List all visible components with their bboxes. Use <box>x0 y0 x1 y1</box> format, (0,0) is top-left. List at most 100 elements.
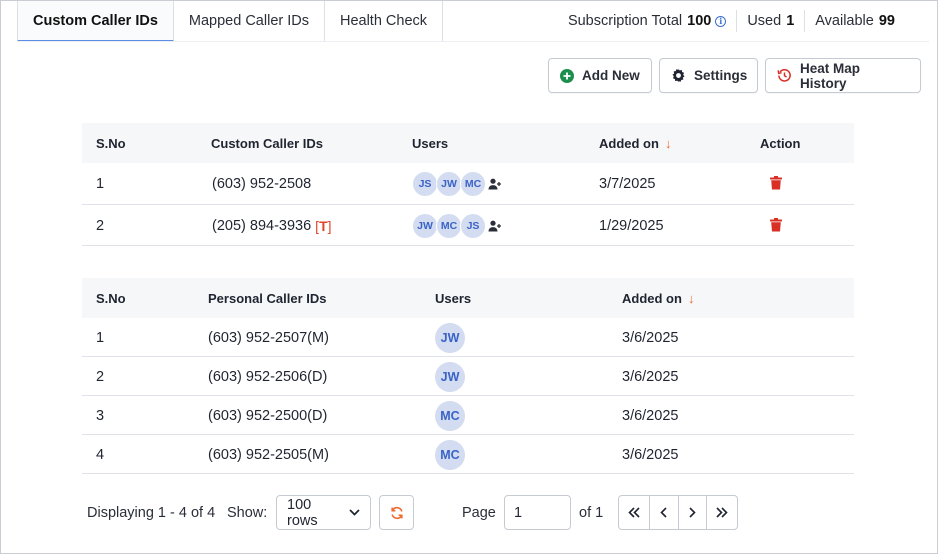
caller-id-panel: Custom Caller IDs Mapped Caller IDs Heal… <box>0 0 938 554</box>
chevron-left-icon <box>659 507 667 518</box>
double-chevron-right-icon <box>716 507 728 518</box>
sort-desc-icon: ↓ <box>664 136 672 151</box>
avatar[interactable]: MC <box>460 171 486 197</box>
page-of-label: of 1 <box>579 504 604 521</box>
available-value: 99 <box>878 13 895 29</box>
tab-custom-caller-ids[interactable]: Custom Caller IDs <box>17 1 174 42</box>
pagination-bar: Displaying 1 - 4 of 4 Show: 100 rows Pag… <box>87 495 747 533</box>
subscription-total: Subscription Total 100 i <box>568 10 736 32</box>
header-action: Action <box>760 136 801 151</box>
row-caller-id: (205) 894-3936 <box>212 218 312 234</box>
sort-desc-icon: ↓ <box>687 291 695 306</box>
header-sno: S.No <box>96 291 126 306</box>
avatar[interactable]: JS <box>412 171 438 197</box>
next-page-button[interactable] <box>677 496 707 529</box>
add-user-icon[interactable] <box>488 178 502 190</box>
row-added-on: 3/6/2025 <box>622 408 679 424</box>
settings-label: Settings <box>694 68 748 83</box>
refresh-icon <box>390 506 404 520</box>
row-caller-id: (603) 952-2506(D) <box>208 369 328 385</box>
custom-caller-ids-table: S.No Custom Caller IDs Users Added on ↓ … <box>82 123 854 246</box>
add-new-label: Add New <box>582 68 640 83</box>
chevron-right-icon <box>689 507 697 518</box>
avatar[interactable]: JW <box>436 171 462 197</box>
subscription-total-value: 100 <box>687 13 712 29</box>
header-added-on[interactable]: Added on ↓ <box>622 291 694 306</box>
previous-page-button[interactable] <box>648 496 678 529</box>
history-icon <box>777 68 792 83</box>
gear-icon <box>671 68 686 83</box>
page-number-input[interactable]: 1 <box>504 495 571 530</box>
personal-caller-ids-table: S.No Personal Caller IDs Users Added on … <box>82 278 854 474</box>
type-tag: [T] <box>315 218 332 234</box>
plus-circle-icon <box>560 68 574 83</box>
show-label: Show: <box>227 504 268 521</box>
row-caller-id-cell: (205) 894-3936 [T] <box>212 218 332 234</box>
page-number-value: 1 <box>514 504 523 521</box>
avatar[interactable]: MC <box>435 401 465 431</box>
row-users: JS JW MC <box>412 171 502 197</box>
avatar[interactable]: JW <box>435 362 465 392</box>
row-added-on: 3/6/2025 <box>622 447 679 463</box>
tab-divider <box>17 41 929 42</box>
add-user-icon[interactable] <box>488 220 502 232</box>
rows-per-page-select[interactable]: 100 rows <box>276 495 371 530</box>
row-caller-id: (603) 952-2508 <box>212 176 312 192</box>
header-added-on[interactable]: Added on ↓ <box>599 136 671 151</box>
pager-controls <box>618 495 738 530</box>
row-caller-id: (603) 952-2505(M) <box>208 447 329 463</box>
subscription-used: Used 1 <box>736 10 804 32</box>
available-label: Available <box>815 13 874 29</box>
row-added-on: 3/7/2025 <box>599 176 656 192</box>
row-added-on: 3/6/2025 <box>622 330 679 346</box>
settings-button[interactable]: Settings <box>659 58 758 93</box>
refresh-button[interactable] <box>379 495 414 530</box>
table-row: 1 (603) 952-2507(M) JW 3/6/2025 <box>82 318 854 357</box>
added-on-label: Added on <box>622 291 682 306</box>
avatar[interactable]: JW <box>435 323 465 353</box>
add-new-button[interactable]: Add New <box>548 58 652 93</box>
table-row: 3 (603) 952-2500(D) MC 3/6/2025 <box>82 396 854 435</box>
tab-bar: Custom Caller IDs Mapped Caller IDs Heal… <box>17 1 444 42</box>
row-added-on: 3/6/2025 <box>622 369 679 385</box>
added-on-label: Added on <box>599 136 659 151</box>
row-sno: 2 <box>96 218 105 234</box>
rows-per-page-value: 100 rows <box>287 496 318 529</box>
row-sno: 2 <box>96 369 105 385</box>
avatar[interactable]: MC <box>436 213 462 239</box>
heat-map-history-button[interactable]: Heat Map History <box>765 58 921 93</box>
header-personal-caller-ids: Personal Caller IDs <box>208 291 327 306</box>
table-header: S.No Custom Caller IDs Users Added on ↓ … <box>82 123 854 163</box>
subscription-available: Available 99 <box>804 10 905 32</box>
double-chevron-left-icon <box>628 507 640 518</box>
trash-icon[interactable] <box>770 218 782 236</box>
avatar[interactable]: MC <box>435 440 465 470</box>
row-sno: 1 <box>96 330 105 346</box>
header-custom-caller-ids: Custom Caller IDs <box>211 136 323 151</box>
row-sno: 1 <box>96 176 105 192</box>
row-caller-id: (603) 952-2507(M) <box>208 330 329 346</box>
first-page-button[interactable] <box>619 496 649 529</box>
displaying-text: Displaying 1 - 4 of 4 <box>87 504 216 521</box>
row-caller-id: (603) 952-2500(D) <box>208 408 328 424</box>
avatar[interactable]: JS <box>460 213 486 239</box>
table-row: 2 (603) 952-2506(D) JW 3/6/2025 <box>82 357 854 396</box>
tab-health-check[interactable]: Health Check <box>324 1 444 42</box>
table-header: S.No Personal Caller IDs Users Added on … <box>82 278 854 318</box>
row-sno: 3 <box>96 408 105 424</box>
avatar[interactable]: JW <box>412 213 438 239</box>
used-label: Used <box>747 13 782 29</box>
header-sno: S.No <box>96 136 126 151</box>
row-sno: 4 <box>96 447 105 463</box>
page-label: Page <box>462 504 496 521</box>
trash-icon[interactable] <box>770 176 782 194</box>
header-users: Users <box>435 291 472 306</box>
info-icon[interactable]: i <box>715 15 727 27</box>
heat-map-history-label: Heat Map History <box>800 60 861 91</box>
tab-mapped-caller-ids[interactable]: Mapped Caller IDs <box>173 1 325 42</box>
chevron-down-icon <box>349 509 360 516</box>
subscription-summary: Subscription Total 100 i Used 1 Availabl… <box>568 1 905 41</box>
last-page-button[interactable] <box>706 496 737 529</box>
table-row: 2 (205) 894-3936 [T] JW MC JS 1/29/2025 <box>82 205 854 246</box>
row-added-on: 1/29/2025 <box>599 218 664 234</box>
